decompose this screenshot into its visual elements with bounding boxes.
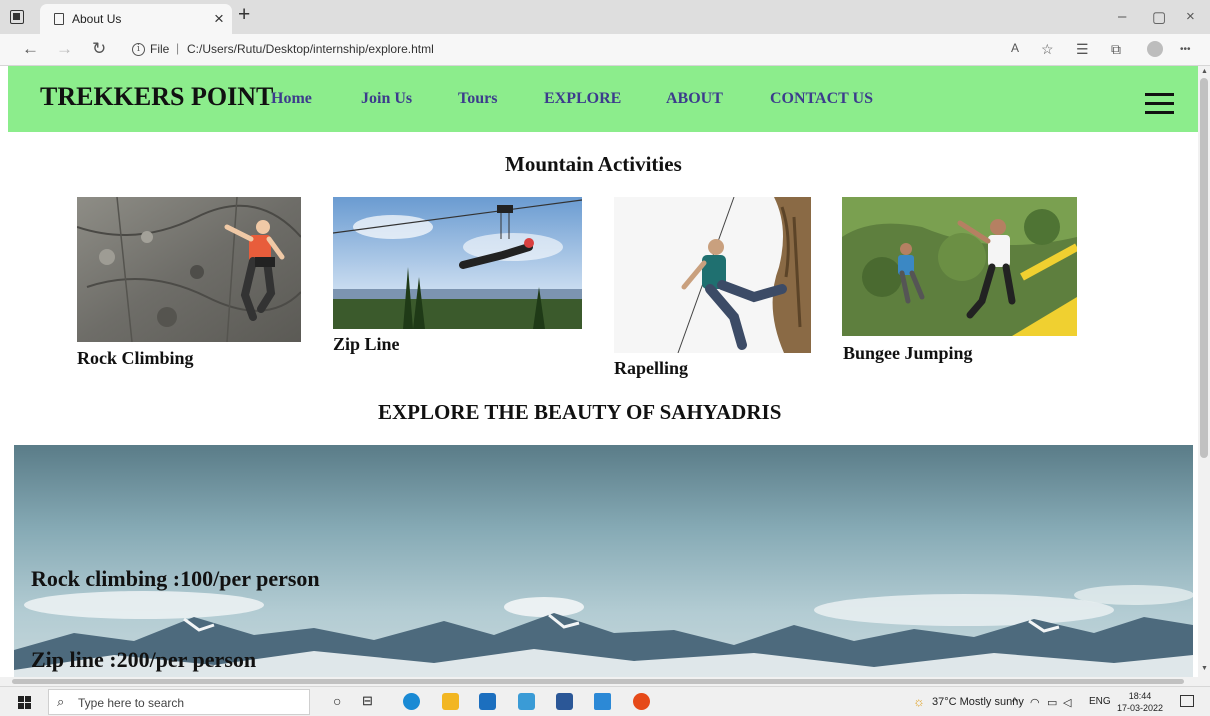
nav-link-tours[interactable]: Tours [458, 90, 497, 108]
read-aloud-icon[interactable]: A [1011, 41, 1019, 55]
nav-link-join-us[interactable]: Join Us [361, 90, 412, 108]
tab-strip: About Us × + – ▢ × [0, 0, 1210, 34]
info-icon[interactable]: i [132, 43, 145, 56]
scroll-down-icon[interactable]: ▼ [1201, 665, 1208, 672]
nav-link-home[interactable]: Home [271, 90, 312, 108]
language-indicator[interactable]: ENG [1089, 696, 1111, 707]
nav-link-contact-us[interactable]: CONTACT US [770, 90, 873, 108]
tab-close-icon[interactable]: × [214, 9, 224, 29]
rock-climbing-image [77, 197, 301, 342]
chrome-icon[interactable] [633, 693, 650, 710]
horizontal-scrollbar[interactable] [0, 677, 1198, 686]
reload-icon[interactable]: ↻ [92, 39, 106, 59]
page-icon [54, 13, 64, 25]
close-window-icon[interactable]: × [1186, 8, 1195, 25]
cortana-icon[interactable]: ○ [333, 693, 341, 709]
weather-text[interactable]: 37°C Mostly sunny [932, 696, 1024, 708]
caption-rapelling: Rapelling [614, 358, 689, 378]
file-explorer-icon[interactable] [442, 693, 459, 710]
tab-title: About Us [72, 12, 122, 26]
explore-title: EXPLORE THE BEAUTY OF SAHYADRIS [378, 400, 782, 424]
vertical-scrollbar[interactable]: ▲ ▼ [1198, 66, 1210, 677]
tab-actions-icon[interactable] [10, 10, 24, 24]
mail-icon[interactable] [479, 693, 496, 710]
tray-expand-icon[interactable]: ^ [1012, 696, 1017, 708]
weather-icon: ☼ [913, 694, 925, 709]
price-rock-climbing: Rock climbing :100/per person [31, 566, 320, 591]
clock-time: 18:44 [1128, 691, 1152, 701]
address-bar: ← → ↻ i File | C:/Users/Rutu/Desktop/int… [0, 34, 1210, 66]
site-navbar: TREKKERS POINT Home Join Us Tours EXPLOR… [8, 66, 1198, 132]
back-icon[interactable]: ← [22, 39, 39, 59]
word-icon[interactable] [556, 693, 573, 710]
wifi-icon[interactable]: ◠ [1030, 696, 1040, 709]
edge-icon[interactable] [403, 693, 420, 710]
caption-rock-climbing: Rock Climbing [77, 348, 194, 368]
search-placeholder: Type here to search [78, 696, 185, 710]
caption-bungee-jumping: Bungee Jumping [843, 343, 973, 363]
notification-icon[interactable] [1180, 695, 1194, 707]
hamburger-menu-icon[interactable] [1145, 93, 1174, 117]
more-icon[interactable]: ••• [1180, 44, 1191, 55]
volume-icon[interactable]: ◁ [1063, 696, 1071, 709]
dell-icon[interactable] [518, 693, 535, 710]
clock-date: 17-03-2022 [1117, 703, 1164, 713]
site-brand[interactable]: TREKKERS POINT [40, 82, 273, 112]
forward-icon[interactable]: → [56, 39, 73, 59]
windows-taskbar: ⌕ Type here to search ○ ⊟ ☼ 37°C Mostly … [0, 686, 1210, 716]
rapelling-image [614, 197, 811, 353]
minimize-icon[interactable]: – [1118, 8, 1126, 25]
vertical-scroll-thumb[interactable] [1200, 78, 1208, 458]
nav-link-about[interactable]: ABOUT [666, 90, 723, 108]
page-viewport: TREKKERS POINT Home Join Us Tours EXPLOR… [0, 66, 1198, 677]
url-scheme: File [150, 42, 170, 56]
clock[interactable]: 18:44 17-03-2022 [1117, 690, 1163, 714]
add-favorite-icon[interactable]: ☆ [1041, 41, 1054, 58]
favorites-icon[interactable]: ☰ [1076, 41, 1089, 58]
task-view-icon[interactable]: ⊟ [362, 693, 373, 709]
scrollbar-corner [1198, 677, 1210, 686]
new-tab-icon[interactable]: + [238, 3, 250, 27]
zip-line-image [333, 197, 582, 329]
collections-icon[interactable]: ⧉ [1111, 41, 1121, 58]
caption-zip-line: Zip Line [333, 334, 400, 354]
horizontal-scroll-thumb[interactable] [12, 679, 1184, 684]
taskbar-search-input[interactable]: ⌕ Type here to search [48, 689, 310, 715]
battery-icon[interactable]: ▭ [1047, 696, 1057, 709]
url-input[interactable]: C:/Users/Rutu/Desktop/internship/explore… [187, 42, 434, 56]
search-icon: ⌕ [57, 694, 65, 709]
sahyadri-banner-image: Rock climbing :100/per person Zip line :… [14, 445, 1193, 677]
price-zip-line: Zip line :200/per person [31, 647, 257, 672]
url-separator: | [176, 41, 180, 55]
scroll-up-icon[interactable]: ▲ [1201, 68, 1208, 75]
section-title: Mountain Activities [505, 152, 682, 176]
bungee-jumping-image [842, 197, 1077, 336]
windows-start-icon[interactable] [18, 696, 31, 709]
profile-icon[interactable] [1147, 41, 1163, 57]
tab-about-us[interactable]: About Us × [40, 4, 232, 34]
vscode-icon[interactable] [594, 693, 611, 710]
nav-link-explore[interactable]: EXPLORE [544, 90, 621, 108]
restore-icon[interactable]: ▢ [1152, 8, 1166, 26]
